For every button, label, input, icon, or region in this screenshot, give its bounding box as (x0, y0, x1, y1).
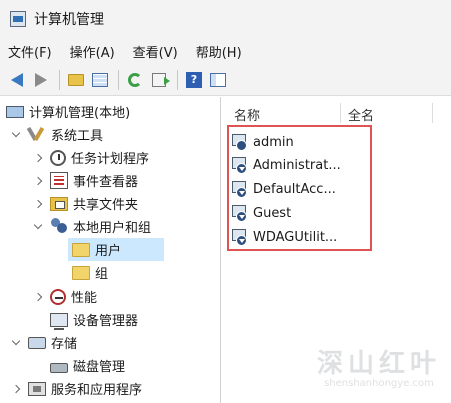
chevron-right-icon[interactable] (32, 198, 44, 210)
services-icon (28, 381, 46, 396)
disk-icon (50, 362, 68, 373)
menu-help[interactable]: 帮助(H) (196, 42, 242, 61)
tree-item-local-users-groups[interactable]: 本地用户和组 (32, 215, 151, 238)
computer-management-icon (10, 11, 26, 27)
column-divider[interactable] (340, 103, 341, 123)
up-folder-icon (68, 73, 84, 86)
tree-item-users[interactable]: 用户 (68, 238, 164, 261)
window-title: 计算机管理 (34, 12, 104, 28)
folder-icon (72, 265, 90, 280)
performance-icon (50, 288, 66, 305)
back-button[interactable] (6, 69, 28, 91)
chevron-right-icon[interactable] (32, 175, 44, 187)
menu-action[interactable]: 操作(A) (70, 42, 115, 61)
tree-item-label: 存储 (51, 337, 78, 352)
menu-view[interactable]: 查看(V) (133, 42, 178, 61)
chevron-right-icon[interactable] (10, 383, 22, 395)
watermark: 深山红叶 shenshanhongye.com (317, 343, 441, 389)
clock-icon (50, 149, 66, 166)
export-list-button[interactable] (148, 69, 170, 91)
tree-item-groups[interactable]: 组 (72, 261, 108, 284)
watermark-url: shenshanhongye.com (324, 378, 434, 389)
toolbar-separator (59, 69, 60, 90)
disabled-user-icon (231, 205, 248, 222)
menu-file[interactable]: 文件(F) (8, 42, 52, 61)
list-item[interactable]: WDAGUtilit... (231, 225, 337, 249)
tree-item-label: 计算机管理(本地) (29, 106, 131, 121)
tree-item-label: 事件查看器 (73, 175, 139, 190)
tree-item-disk-management[interactable]: 磁盘管理 (50, 354, 125, 377)
column-header-fullname[interactable]: 全名 (348, 104, 374, 124)
tree-item-label: 性能 (71, 291, 98, 306)
chevron-down-icon[interactable] (10, 129, 22, 141)
toolbar-separator (177, 69, 178, 90)
properties-icon (210, 72, 226, 87)
chevron-right-icon[interactable] (32, 152, 44, 164)
device-manager-icon (50, 312, 68, 330)
folder-icon (72, 242, 90, 257)
menu-bar: 文件(F) 操作(A) 查看(V) 帮助(H) (0, 38, 451, 64)
tree-item-label: 用户 (95, 244, 122, 259)
tree-item-label: 磁盘管理 (73, 360, 126, 375)
tree-item-storage[interactable]: 存储 (10, 331, 77, 354)
tree-item-label: 本地用户和组 (73, 221, 152, 236)
disabled-user-icon (231, 229, 248, 246)
tools-icon (28, 126, 46, 143)
tree-item-label: 任务计划程序 (71, 152, 150, 167)
list-item[interactable]: DefaultAcc... (231, 177, 336, 201)
forward-icon (35, 72, 47, 87)
tree-item-root[interactable]: 计算机管理(本地) (6, 100, 130, 123)
tree-item-services-apps[interactable]: 服务和应用程序 (10, 377, 142, 400)
tree-item-label: 服务和应用程序 (51, 383, 143, 398)
tree-item-shared-folders[interactable]: 共享文件夹 (32, 192, 138, 215)
user-name: Guest (253, 205, 292, 221)
up-folder-button[interactable] (65, 69, 87, 91)
tree-item-system-tools[interactable]: 系统工具 (10, 123, 103, 146)
tree-item-performance[interactable]: 性能 (32, 285, 97, 308)
refresh-button[interactable] (124, 69, 146, 91)
navigation-tree: 计算机管理(本地) 系统工具 任务计划程序 事件查看器 共享文件夹 本地用户和组… (0, 97, 221, 403)
shared-folder-icon (50, 196, 68, 211)
tree-item-task-scheduler[interactable]: 任务计划程序 (32, 146, 149, 169)
disabled-user-icon (231, 181, 248, 198)
user-name: WDAGUtilit... (253, 229, 338, 245)
disabled-user-icon (231, 157, 248, 174)
users-icon (50, 218, 68, 235)
tree-item-label: 组 (95, 267, 109, 282)
properties-button[interactable] (207, 69, 229, 91)
tree-item-device-manager[interactable]: 设备管理器 (50, 308, 138, 331)
back-icon (11, 72, 23, 87)
chevron-down-icon[interactable] (32, 221, 44, 233)
tree-item-event-viewer[interactable]: 事件查看器 (32, 169, 138, 192)
show-hide-tree-button[interactable] (89, 69, 111, 91)
column-header-name[interactable]: 名称 (234, 104, 260, 124)
forward-button[interactable] (30, 69, 52, 91)
help-icon: ? (186, 71, 202, 88)
user-icon (231, 134, 248, 151)
list-item[interactable]: admin (231, 130, 294, 154)
chevron-right-icon[interactable] (32, 291, 44, 303)
list-item[interactable]: Guest (231, 201, 291, 225)
refresh-icon (128, 72, 142, 87)
tree-item-label: 系统工具 (51, 129, 104, 144)
watermark-main: 深山红叶 (316, 349, 441, 379)
title-bar: 计算机管理 (0, 0, 451, 38)
chevron-down-icon[interactable] (10, 337, 22, 349)
computer-icon (6, 105, 24, 118)
column-divider[interactable] (432, 103, 433, 123)
show-hide-tree-icon (92, 72, 108, 87)
list-item[interactable]: Administrat... (231, 153, 341, 177)
toolbar: ? (0, 64, 451, 96)
help-button[interactable]: ? (183, 69, 205, 91)
user-name: admin (253, 134, 294, 150)
export-list-icon (152, 72, 170, 87)
toolbar-separator (118, 69, 119, 90)
event-viewer-icon (50, 172, 68, 189)
storage-icon (28, 336, 46, 349)
tree-item-label: 设备管理器 (73, 314, 139, 329)
user-name: DefaultAcc... (253, 181, 336, 197)
tree-item-label: 共享文件夹 (73, 198, 139, 213)
user-name: Administrat... (253, 157, 341, 173)
